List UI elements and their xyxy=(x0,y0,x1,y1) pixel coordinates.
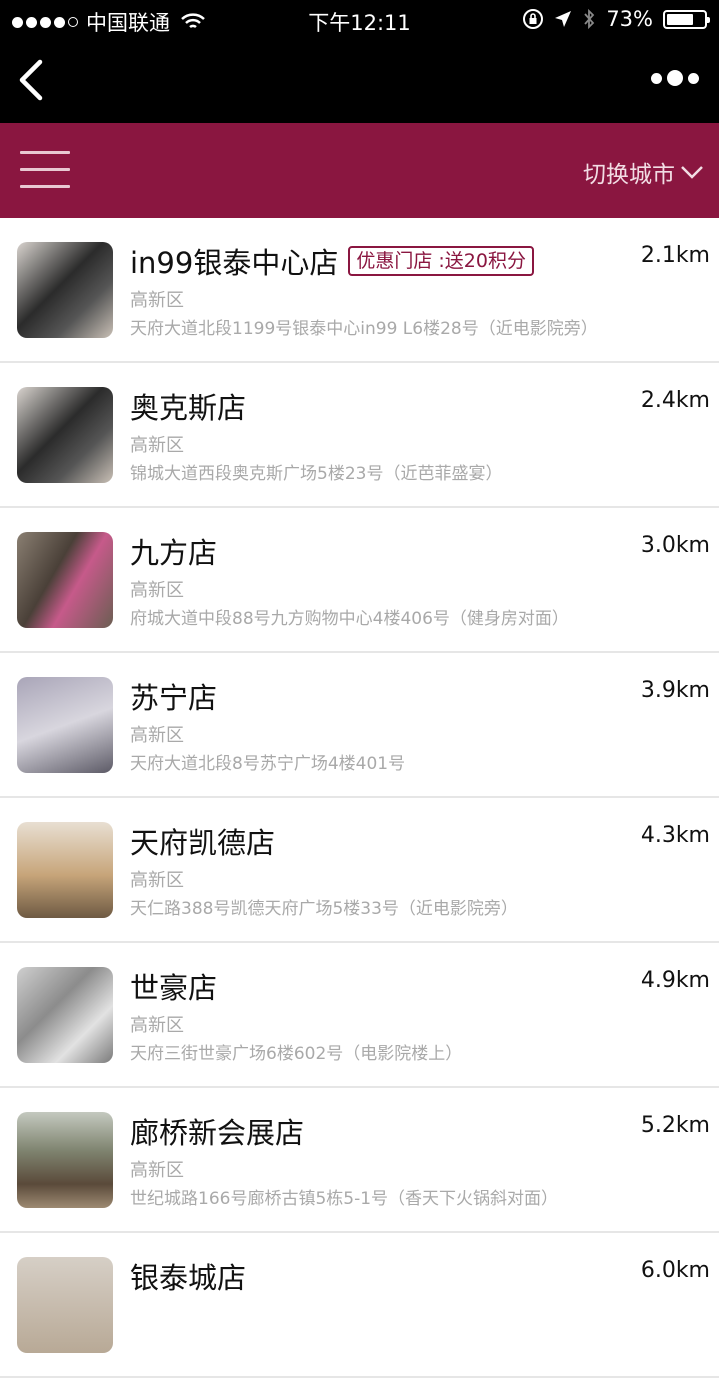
store-name-line: 廊桥新会展店 xyxy=(130,1110,304,1152)
store-thumbnail xyxy=(17,677,113,773)
nav-bar xyxy=(0,40,719,123)
store-distance: 6.0km xyxy=(640,1258,710,1283)
more-dot-icon xyxy=(667,70,683,86)
store-thumbnail xyxy=(17,242,113,338)
store-distance: 2.1km xyxy=(640,243,710,268)
back-button[interactable] xyxy=(12,56,52,104)
chevron-down-icon xyxy=(681,166,703,179)
location-icon xyxy=(555,11,572,27)
store-name: 银泰城店 xyxy=(130,1261,247,1295)
store-list-item[interactable]: 银泰城店 6.0km xyxy=(0,1233,719,1378)
store-district: 高新区 xyxy=(130,1160,184,1181)
more-dot-icon xyxy=(688,72,699,84)
promo-badge: 优惠门店 :送20积分 xyxy=(348,246,534,276)
bluetooth-icon xyxy=(584,8,595,30)
store-list: in99银泰中心店 优惠门店 :送20积分 高新区 天府大道北段1199号银泰中… xyxy=(0,218,719,1378)
battery-icon xyxy=(663,9,710,29)
store-list-item[interactable]: 苏宁店 高新区 天府大道北段8号苏宁广场4楼401号 3.9km xyxy=(0,653,719,798)
store-name-line: 苏宁店 xyxy=(130,675,217,717)
store-address: 锦城大道西段奥克斯广场5楼23号（近芭菲盛宴） xyxy=(130,464,503,484)
store-name: 奥克斯店 xyxy=(130,391,247,425)
store-list-item[interactable]: 奥克斯店 高新区 锦城大道西段奥克斯广场5楼23号（近芭菲盛宴） 2.4km xyxy=(0,363,719,508)
store-district: 高新区 xyxy=(130,870,184,891)
more-options-button[interactable] xyxy=(651,70,699,86)
store-thumbnail xyxy=(17,1257,113,1353)
store-name-line: 银泰城店 xyxy=(130,1255,246,1297)
store-district: 高新区 xyxy=(130,725,184,746)
store-name: in99银泰中心店 xyxy=(130,246,339,280)
store-district: 高新区 xyxy=(130,1015,184,1036)
status-right: 73% xyxy=(522,7,710,31)
battery-percent: 73% xyxy=(606,7,653,31)
status-bar: 中国联通 下午12:11 73% xyxy=(0,0,719,40)
store-name-line: in99银泰中心店 优惠门店 :送20积分 xyxy=(130,240,534,282)
store-distance: 4.9km xyxy=(640,968,710,993)
store-address: 世纪城路166号廊桥古镇5栋5-1号（香天下火锅斜对面） xyxy=(130,1189,559,1209)
store-distance: 5.2km xyxy=(640,1113,710,1138)
store-distance: 3.9km xyxy=(640,678,710,703)
store-name: 世豪店 xyxy=(130,971,218,1005)
store-name: 苏宁店 xyxy=(130,681,218,715)
city-switch-label: 切换城市 xyxy=(583,162,675,188)
store-thumbnail xyxy=(17,1112,113,1208)
orientation-lock-icon xyxy=(523,9,544,29)
hamburger-line xyxy=(20,151,70,154)
page-header: 切换城市 xyxy=(0,123,719,218)
store-address: 府城大道中段88号九方购物中心4楼406号（健身房对面） xyxy=(130,609,569,629)
more-dot-icon xyxy=(651,72,662,84)
store-name-line: 世豪店 xyxy=(130,965,217,1007)
store-distance: 4.3km xyxy=(640,823,710,848)
menu-button[interactable] xyxy=(20,151,70,191)
city-switch-button[interactable]: 切换城市 xyxy=(583,155,705,189)
store-district: 高新区 xyxy=(130,290,184,311)
store-name: 廊桥新会展店 xyxy=(130,1116,305,1150)
store-name-line: 奥克斯店 xyxy=(130,385,246,427)
store-address: 天府大道北段1199号银泰中心in99 L6楼28号（近电影院旁） xyxy=(130,319,598,339)
store-district: 高新区 xyxy=(130,435,184,456)
store-name-line: 九方店 xyxy=(130,530,217,572)
store-list-item[interactable]: 天府凯德店 高新区 天仁路388号凯德天府广场5楼33号（近电影院旁） 4.3k… xyxy=(0,798,719,943)
store-thumbnail xyxy=(17,822,113,918)
store-list-item[interactable]: 廊桥新会展店 高新区 世纪城路166号廊桥古镇5栋5-1号（香天下火锅斜对面） … xyxy=(0,1088,719,1233)
store-thumbnail xyxy=(17,967,113,1063)
store-distance: 2.4km xyxy=(640,388,710,413)
hamburger-line xyxy=(20,168,70,171)
store-distance: 3.0km xyxy=(640,533,710,558)
store-list-item[interactable]: 九方店 高新区 府城大道中段88号九方购物中心4楼406号（健身房对面） 3.0… xyxy=(0,508,719,653)
store-address: 天府大道北段8号苏宁广场4楼401号 xyxy=(130,754,406,774)
store-list-item[interactable]: 世豪店 高新区 天府三街世豪广场6楼602号（电影院楼上） 4.9km xyxy=(0,943,719,1088)
store-thumbnail xyxy=(17,532,113,628)
store-name: 九方店 xyxy=(130,536,218,570)
store-list-item[interactable]: in99银泰中心店 优惠门店 :送20积分 高新区 天府大道北段1199号银泰中… xyxy=(0,218,719,363)
store-thumbnail xyxy=(17,387,113,483)
store-name-line: 天府凯德店 xyxy=(130,820,275,862)
hamburger-line xyxy=(20,185,70,188)
store-name: 天府凯德店 xyxy=(130,826,276,860)
store-address: 天府三街世豪广场6楼602号（电影院楼上） xyxy=(130,1044,463,1064)
store-address: 天仁路388号凯德天府广场5楼33号（近电影院旁） xyxy=(130,899,518,919)
store-district: 高新区 xyxy=(130,580,184,601)
